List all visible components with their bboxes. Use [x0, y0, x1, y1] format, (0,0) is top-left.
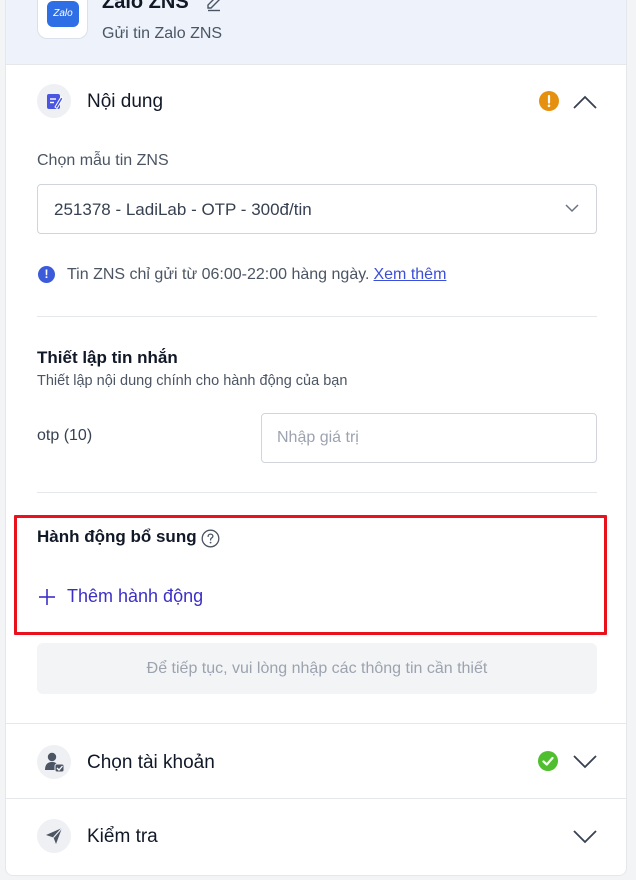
info-text: Tin ZNS chỉ gửi từ 06:00-22:00 hàng ngày…	[67, 266, 446, 284]
info-icon: !	[38, 266, 55, 283]
section-content-header[interactable]: Nội dung	[6, 65, 626, 139]
chevron-down-icon	[565, 204, 579, 213]
check-circle-icon	[538, 751, 558, 771]
highlight-box	[14, 515, 607, 635]
section-account-header[interactable]: Chọn tài khoản	[6, 724, 626, 798]
app-subtitle: Gửi tin Zalo ZNS	[102, 25, 223, 42]
see-more-link[interactable]: Xem thêm	[373, 266, 446, 283]
info-message: Tin ZNS chỉ gửi từ 06:00-22:00 hàng ngày…	[67, 266, 370, 283]
message-setup-title: Thiết lập tin nhắn	[37, 348, 178, 367]
send-icon	[37, 819, 71, 853]
otp-field-label: otp (10)	[37, 427, 93, 444]
chevron-up-icon[interactable]	[573, 95, 597, 109]
divider	[37, 316, 597, 317]
template-label: Chọn mẫu tin ZNS	[37, 152, 169, 169]
section-check-header[interactable]: Kiểm tra	[6, 799, 626, 873]
zalo-logo-text: Zalo	[47, 1, 79, 27]
chevron-down-icon[interactable]	[573, 830, 597, 844]
required-info-notice: Để tiếp tục, vui lòng nhập các thông tin…	[37, 643, 597, 694]
pencil-icon[interactable]	[205, 0, 223, 12]
app-title: Zalo ZNS	[102, 0, 189, 13]
edit-note-icon	[37, 84, 71, 118]
message-setup-subtitle: Thiết lập nội dung chính cho hành động c…	[37, 373, 348, 389]
section-content-title: Nội dung	[87, 91, 164, 112]
zalo-logo: Zalo	[37, 0, 88, 39]
template-select-value: 251378 - LadiLab - OTP - 300đ/tin	[54, 200, 312, 219]
section-check-title: Kiểm tra	[87, 826, 158, 847]
otp-value-input[interactable]	[261, 413, 597, 463]
user-check-icon	[37, 745, 71, 779]
section-account-title: Chọn tài khoản	[87, 752, 215, 773]
template-select[interactable]: 251378 - LadiLab - OTP - 300đ/tin	[37, 184, 597, 234]
divider	[37, 492, 597, 493]
zns-config-panel: Zalo Zalo ZNS Gửi tin Zalo ZNS Nội dung	[5, 0, 627, 876]
warning-icon	[539, 91, 559, 111]
app-header: Zalo Zalo ZNS Gửi tin Zalo ZNS	[6, 0, 626, 65]
chevron-down-icon[interactable]	[573, 755, 597, 769]
